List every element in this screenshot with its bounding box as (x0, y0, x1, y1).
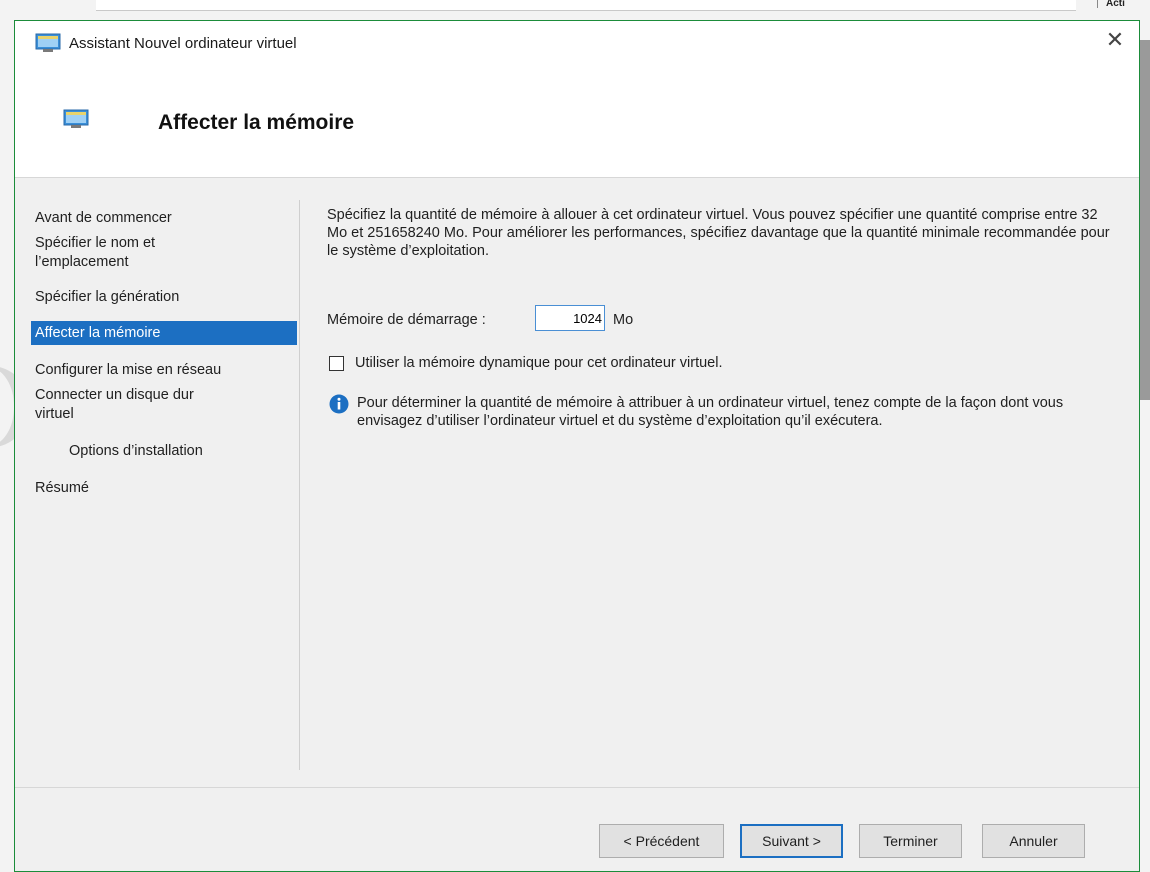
step-installation-options[interactable]: Options d’installation (69, 442, 319, 461)
dialog-title: Assistant Nouvel ordinateur virtuel (69, 35, 297, 52)
step-networking[interactable]: Configurer la mise en réseau (35, 361, 285, 380)
memory-info-text: Pour déterminer la quantité de mémoire à… (357, 395, 1064, 429)
step-summary[interactable]: Résumé (35, 479, 285, 498)
memory-page-icon (63, 109, 89, 128)
title-bar: Assistant Nouvel ordinateur virtuel ✕ (15, 21, 1139, 65)
page-title: Affecter la mémoire (158, 111, 355, 134)
memory-unit-label: Mo (613, 312, 634, 328)
background-partial-label: Acti (1097, 0, 1150, 8)
previous-button[interactable]: < Précédent (599, 824, 724, 858)
cancel-button[interactable]: Annuler (982, 824, 1085, 858)
dynamic-memory-checkbox[interactable] (329, 356, 344, 371)
step-before-you-begin[interactable]: Avant de commencer (35, 209, 285, 228)
dynamic-memory-label[interactable]: Utiliser la mémoire dynamique pour cet o… (355, 355, 723, 371)
page-header: Affecter la mémoire (15, 65, 1139, 177)
step-generation[interactable]: Spécifier la génération (35, 288, 285, 307)
info-icon (329, 394, 349, 414)
background-toolbar (96, 0, 1076, 11)
next-button[interactable]: Suivant > (740, 824, 843, 858)
wizard-footer: < Précédent Suivant > Terminer Annuler (15, 787, 1139, 871)
close-icon: ✕ (1105, 27, 1125, 52)
step-assign-memory[interactable]: Affecter la mémoire (31, 321, 297, 345)
new-vm-wizard-dialog: Assistant Nouvel ordinateur virtuel ✕ Af… (14, 20, 1140, 872)
background-scrollbar (1140, 40, 1150, 400)
close-button[interactable]: ✕ (1097, 25, 1133, 55)
memory-description: Spécifiez la quantité de mémoire à allou… (327, 207, 1110, 259)
virtual-machine-icon (35, 33, 61, 52)
nav-divider (299, 200, 300, 770)
finish-button[interactable]: Terminer (859, 824, 962, 858)
wizard-steps-nav: Avant de commencer Spécifier le nom et l… (15, 178, 299, 788)
step-virtual-disk[interactable]: Connecter un disque dur virtuel (35, 386, 285, 424)
startup-memory-input[interactable] (535, 305, 605, 331)
startup-memory-label: Mémoire de démarrage : (327, 312, 486, 328)
wizard-content: Avant de commencer Spécifier le nom et l… (15, 177, 1139, 788)
step-name-and-location[interactable]: Spécifier le nom et l’emplacement (35, 234, 285, 272)
